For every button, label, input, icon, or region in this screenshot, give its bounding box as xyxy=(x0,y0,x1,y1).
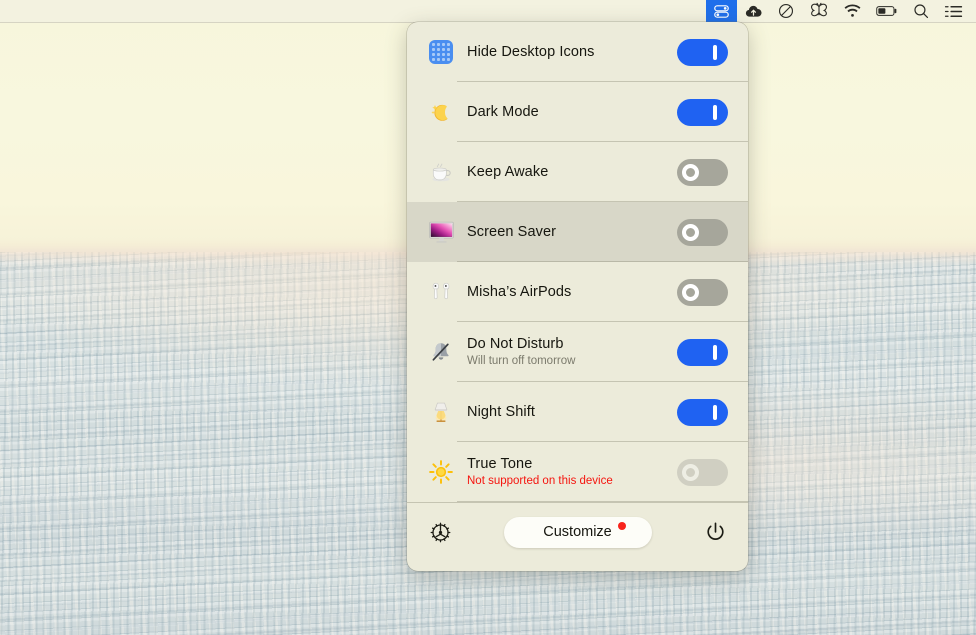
row-labels: Keep Awake xyxy=(459,163,677,181)
toggle-knob xyxy=(713,344,717,360)
toggle-row-airpods[interactable]: Misha’s AirPods xyxy=(407,262,748,322)
toggle-knob xyxy=(682,463,699,481)
customize-label: Customize xyxy=(543,524,612,540)
display-icon xyxy=(423,215,459,249)
airpods-icon xyxy=(423,275,459,309)
toggle-switch-hide-desktop-icons[interactable] xyxy=(677,38,728,66)
toggle-row-hide-desktop-icons[interactable]: Hide Desktop Icons xyxy=(407,22,748,82)
row-title: Screen Saver xyxy=(467,223,557,240)
one-switch-toggles-icon[interactable] xyxy=(706,0,737,23)
toggle-knob xyxy=(682,163,699,181)
toggle-switch-airpods[interactable] xyxy=(677,278,728,306)
row-labels: Hide Desktop Icons xyxy=(459,43,677,61)
toggle-row-screen-saver[interactable]: Screen Saver xyxy=(407,202,748,262)
butterfly-icon[interactable] xyxy=(802,0,836,23)
row-title: True Tone xyxy=(467,455,533,472)
row-labels: True Tone Not supported on this device xyxy=(459,455,677,489)
toggle-switch-do-not-disturb[interactable] xyxy=(677,338,728,366)
menu-bar xyxy=(0,0,976,23)
row-title: Keep Awake xyxy=(467,163,549,180)
row-title: Do Not Disturb xyxy=(467,335,564,352)
toggle-switch-keep-awake[interactable] xyxy=(677,158,728,186)
one-switch-dropdown-panel: Hide Desktop Icons Dark Mode Keep Awake Scr… xyxy=(407,22,748,571)
crescent-moon-icon xyxy=(423,95,459,129)
wifi-icon[interactable] xyxy=(836,0,869,23)
row-title: Misha’s AirPods xyxy=(467,283,572,300)
toggle-row-keep-awake[interactable]: Keep Awake xyxy=(407,142,748,202)
circle-slash-icon[interactable] xyxy=(770,0,802,23)
toggle-row-dark-mode[interactable]: Dark Mode xyxy=(407,82,748,142)
customize-button[interactable]: Customize xyxy=(503,516,652,548)
row-labels: Misha’s AirPods xyxy=(459,283,677,301)
desktop-grid-icon xyxy=(423,35,459,69)
toggle-knob xyxy=(682,283,699,301)
row-title: Night Shift xyxy=(467,403,535,420)
coffee-cup-icon xyxy=(423,155,459,189)
toggle-row-true-tone[interactable]: True Tone Not supported on this device xyxy=(407,442,748,502)
row-labels: Dark Mode xyxy=(459,103,677,121)
row-subtitle: Will turn off tomorrow xyxy=(467,355,576,368)
toggle-knob xyxy=(713,404,717,420)
toggle-row-night-shift[interactable]: Night Shift xyxy=(407,382,748,442)
row-labels: Screen Saver xyxy=(459,223,677,241)
row-subtitle: Not supported on this device xyxy=(467,475,613,488)
lamp-icon xyxy=(423,395,459,429)
row-labels: Night Shift xyxy=(459,403,677,421)
sun-icon xyxy=(423,455,459,489)
customize-notification-badge xyxy=(617,521,626,530)
toggle-knob xyxy=(713,44,717,60)
battery-icon[interactable] xyxy=(869,0,905,23)
power-icon[interactable] xyxy=(700,517,730,547)
toggle-switch-night-shift[interactable] xyxy=(677,398,728,426)
toggle-switch-screen-saver[interactable] xyxy=(677,218,728,246)
toggle-switch-dark-mode[interactable] xyxy=(677,98,728,126)
desktop-grid-icon xyxy=(429,40,453,64)
row-title: Dark Mode xyxy=(467,103,539,120)
cloud-upload-icon[interactable] xyxy=(737,0,770,23)
row-labels: Do Not Disturb Will turn off tomorrow xyxy=(459,335,677,369)
footer-separator xyxy=(407,502,748,503)
bell-slash-icon xyxy=(423,335,459,369)
gear-icon[interactable] xyxy=(425,517,455,547)
toggle-knob xyxy=(682,223,699,241)
row-title: Hide Desktop Icons xyxy=(467,43,595,60)
toggle-row-list: Hide Desktop Icons Dark Mode Keep Awake Scr… xyxy=(407,22,748,502)
toggle-row-do-not-disturb[interactable]: Do Not Disturb Will turn off tomorrow xyxy=(407,322,748,382)
toggle-switch-true-tone xyxy=(677,458,728,486)
spotlight-search-icon[interactable] xyxy=(905,0,937,23)
control-center-icon[interactable] xyxy=(937,0,970,23)
panel-footer: Customize xyxy=(407,502,748,562)
toggle-knob xyxy=(713,104,717,120)
